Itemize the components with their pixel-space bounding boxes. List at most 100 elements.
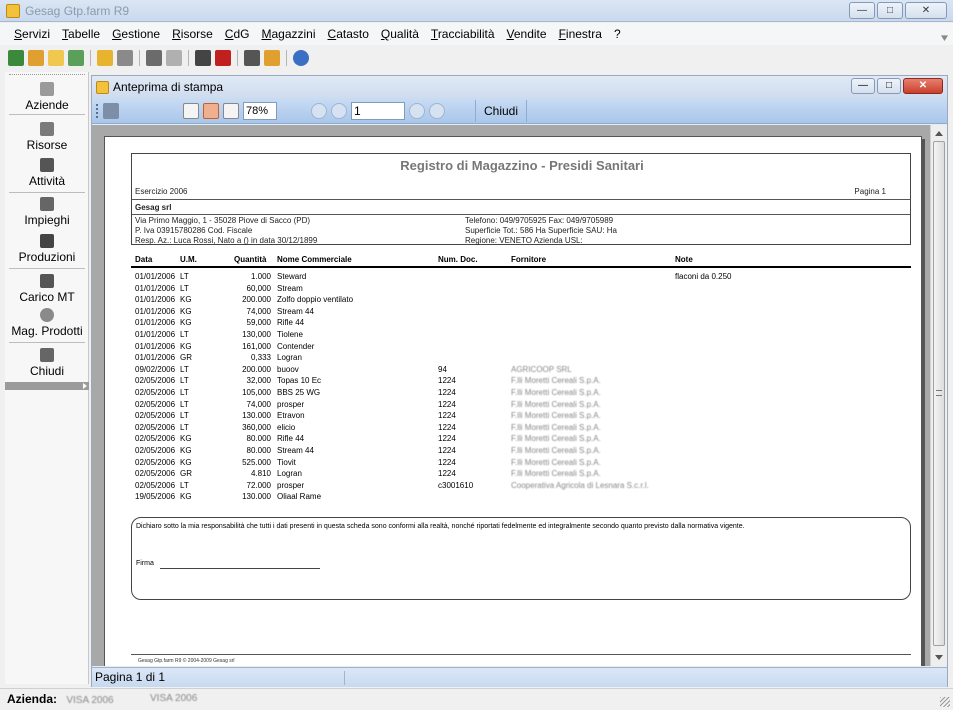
resize-grip-icon[interactable] <box>940 697 950 707</box>
tractor-icon[interactable] <box>215 50 231 66</box>
menu-help[interactable]: ? <box>608 27 627 41</box>
vertical-scrollbar[interactable] <box>930 125 947 666</box>
page-number-input[interactable]: 1 <box>351 101 405 120</box>
exit-icon[interactable] <box>8 50 24 66</box>
cell-fornitore: F.lli Moretti Cereali S.p.A. <box>511 457 601 467</box>
sidebar-item-produzioni[interactable]: Produzioni <box>5 234 89 264</box>
calendar-icon[interactable] <box>244 50 260 66</box>
sidebar-item-chiudi[interactable]: Chiudi <box>5 348 89 378</box>
scroll-grip-icon <box>936 390 942 396</box>
menu-qualita[interactable]: Qualità <box>375 27 425 41</box>
first-page-icon[interactable] <box>311 102 327 119</box>
menu-servizi[interactable]: Servizi <box>8 27 56 41</box>
cell-um: LT <box>180 399 189 409</box>
single-page-icon[interactable] <box>183 102 199 119</box>
cell-quantita: 525.000 <box>242 457 271 467</box>
last-page-icon[interactable] <box>429 102 445 119</box>
cell-fornitore: F.lli Moretti Cereali S.p.A. <box>511 422 601 432</box>
menu-tracciabilita[interactable]: Tracciabilità <box>425 27 501 41</box>
preview-close-button[interactable]: ✕ <box>903 78 943 94</box>
minimize-button[interactable]: — <box>849 2 875 19</box>
sidebar-item-attivita[interactable]: Attività <box>5 158 89 188</box>
azienda-value-2: VISA 2006 <box>150 693 198 704</box>
preview-title: Anteprima di stampa <box>113 80 224 94</box>
cell-um: LT <box>180 411 189 421</box>
cell-um: KG <box>180 318 192 328</box>
cell-nome: Rifle 44 <box>277 318 305 328</box>
report-regione: Regione: VENETO Azienda USL: <box>465 236 583 245</box>
table-row: 02/05/2006 GR 4.810 Logran 1224 F.lli Moretti… <box>131 469 911 480</box>
cell-num-doc: 1224 <box>438 411 456 421</box>
list-icon[interactable] <box>117 50 133 66</box>
activity-icon <box>40 158 54 172</box>
report-responsabile: Resp. Az.: Luca Rossi, Nato a () in data… <box>135 236 318 245</box>
menu-catasto[interactable]: Catasto <box>322 27 375 41</box>
fit-page-icon[interactable] <box>203 102 219 119</box>
report-piva: P. Iva 03915780286 Cod. Fiscale <box>135 226 253 235</box>
scroll-up-icon[interactable] <box>935 131 943 136</box>
cell-data: 01/01/2006 <box>135 318 176 328</box>
cell-nome: prosper <box>277 399 305 409</box>
cell-fornitore: F.lli Moretti Cereali S.p.A. <box>511 376 601 386</box>
sidebar-item-aziende[interactable]: Aziende <box>5 82 89 112</box>
table-row: 02/05/2006 LT 130.000 Etravon 1224 F.lli More… <box>131 411 911 422</box>
export-icon[interactable] <box>68 50 84 66</box>
print-icon[interactable] <box>103 102 119 119</box>
menu-cdg[interactable]: CdG <box>219 27 256 41</box>
col-header-note: Note <box>675 255 693 264</box>
maximize-button[interactable]: □ <box>877 2 903 19</box>
cell-fornitore: Cooperativa Agricola di Lesnara S.c.r.l. <box>511 480 649 490</box>
chart-icon[interactable] <box>166 50 182 66</box>
previous-page-icon[interactable] <box>331 102 347 119</box>
sidebar-item-risorse[interactable]: Risorse <box>5 122 89 152</box>
preview-close-label-button[interactable]: Chiudi <box>475 99 528 122</box>
sidebar-expand-bar[interactable] <box>5 382 89 390</box>
menu-finestra[interactable]: Finestra <box>553 27 608 41</box>
cell-quantita: 80.000 <box>246 434 271 444</box>
page-width-icon[interactable] <box>223 102 239 119</box>
package-icon[interactable] <box>264 50 280 66</box>
table-row: 02/05/2006 LT 32,000 Topas 10 Ec 1224 F.lli M… <box>131 376 911 387</box>
sidebar-item-carico-mt[interactable]: Carico MT <box>5 274 89 304</box>
cell-quantita: 161,000 <box>242 341 271 351</box>
cell-um: KG <box>180 341 192 351</box>
cell-nome: Rifle 44 <box>277 434 305 444</box>
cell-nome: Topas 10 Ec <box>277 376 322 386</box>
tools-icon[interactable] <box>146 50 162 66</box>
col-header-um: U.M. <box>180 255 197 264</box>
folder-icon[interactable] <box>97 50 113 66</box>
sidebar-grip <box>9 74 85 75</box>
menu-gestione[interactable]: Gestione <box>106 27 166 41</box>
preview-canvas[interactable]: Registro di Magazzino - Presidi Sanitari… <box>92 125 930 666</box>
info-icon[interactable] <box>293 50 309 66</box>
cell-num-doc: 94 <box>438 364 447 374</box>
cell-data: 02/05/2006 <box>135 469 176 479</box>
table-row: 02/05/2006 LT 74,000 prosper 1224 F.lli Moret… <box>131 400 911 411</box>
scroll-down-icon[interactable] <box>935 655 943 660</box>
table-row: 02/05/2006 LT 360,000 elicio 1224 F.lli Moret… <box>131 423 911 434</box>
cell-nome: prosper <box>277 480 305 490</box>
azienda-label: Azienda: <box>7 692 58 706</box>
preview-minimize-button[interactable]: — <box>851 78 875 94</box>
home-icon[interactable] <box>28 50 44 66</box>
preview-maximize-button[interactable]: □ <box>877 78 901 94</box>
cell-nome: Tiolene <box>277 330 303 339</box>
next-page-icon[interactable] <box>409 102 425 119</box>
table-row: 19/05/2006 KG 130.000 Oliaal Rame <box>131 492 911 503</box>
cell-um: GR <box>180 469 192 479</box>
sidebar-item-mag-prodotti[interactable]: Mag. Prodotti <box>5 308 89 338</box>
recycle-icon[interactable] <box>195 50 211 66</box>
cell-nome: Etravon <box>277 411 305 421</box>
sidebar-item-impieghi[interactable]: Impieghi <box>5 197 89 227</box>
menu-overflow-icon[interactable] <box>941 35 948 41</box>
menu-risorse[interactable]: Risorse <box>166 27 219 41</box>
open-folder-icon[interactable] <box>48 50 64 66</box>
menu-magazzini[interactable]: Magazzini <box>255 27 321 41</box>
close-button[interactable]: ✕ <box>905 2 947 19</box>
declaration-text: Dichiaro sotto la mia responsabilità che… <box>136 523 745 530</box>
report-divider <box>132 214 910 215</box>
menu-tabelle[interactable]: Tabelle <box>56 27 106 41</box>
zoom-field[interactable]: 78% <box>243 101 277 120</box>
menu-vendite[interactable]: Vendite <box>501 27 553 41</box>
table-row: 01/01/2006 KG 200.000 Zolfo doppio ventilat… <box>131 295 911 306</box>
